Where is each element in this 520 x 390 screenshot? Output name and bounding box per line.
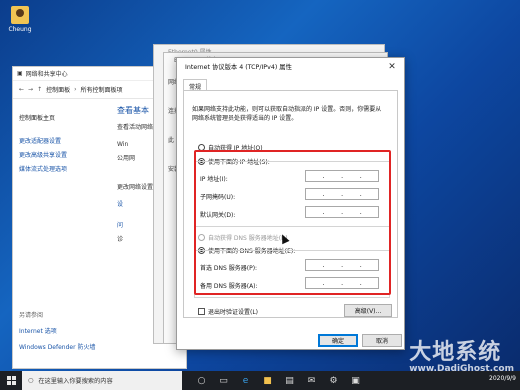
dialog-description: 如果网络支持此功能，则可以获取自动指派的 IP 设置。否则，你需要从网络系统管理… — [192, 106, 382, 122]
cortana-icon[interactable]: ○ — [196, 375, 207, 386]
link-media-streaming[interactable]: 媒体流式处理选项 — [19, 164, 109, 173]
link-internet-options[interactable]: Internet 选项 — [19, 326, 95, 335]
network-icon: ▣ — [17, 70, 23, 77]
watermark: 大地系统 www.DadiGhost.com — [409, 334, 514, 374]
cp-left-pane: 控制面板主页 更改适配器设置 更改高级共享设置 媒体流式处理选项 — [19, 113, 109, 178]
breadcrumb-separator-icon: › — [74, 86, 77, 93]
up-arrow-icon[interactable]: ↑ — [37, 86, 42, 93]
store-icon[interactable]: ▤ — [284, 375, 295, 386]
dialog-title: Internet 协议版本 4 (TCP/IPv4) 属性 — [185, 64, 292, 71]
start-button[interactable] — [0, 371, 22, 390]
taskbar: ○ 在这里输入你要搜索的内容 ○ ▭ e ■ ▤ ✉ ⚙ ▣ 2020/9/9 — [0, 371, 520, 390]
mail-icon[interactable]: ✉ — [306, 375, 317, 386]
breadcrumb-control-panel[interactable]: 控制面板 — [46, 85, 70, 94]
network-tray-icon[interactable]: ▣ — [350, 375, 361, 386]
red-highlight-box — [194, 150, 391, 295]
edge-icon[interactable]: e — [240, 375, 251, 386]
checkbox-box — [198, 308, 205, 315]
search-placeholder: 在这里输入你要搜索的内容 — [38, 378, 113, 385]
desktop-icon-label: Cheung — [8, 26, 32, 33]
user-folder-icon — [11, 6, 29, 24]
cp-see-also: 另请参阅 Internet 选项 Windows Defender 防火墙 — [19, 310, 95, 358]
desktop-user-folder[interactable]: Cheung — [6, 6, 34, 33]
advanced-button[interactable]: 高级(V)... — [344, 304, 392, 317]
see-also-caption: 另请参阅 — [19, 312, 44, 319]
ok-button[interactable]: 确定 — [318, 334, 358, 347]
settings-gear-icon[interactable]: ⚙ — [328, 375, 339, 386]
tray-clock[interactable]: 2020/9/9 — [489, 375, 516, 382]
file-explorer-icon[interactable]: ■ — [262, 375, 273, 386]
link-defender-firewall[interactable]: Windows Defender 防火墙 — [19, 342, 95, 351]
search-icon: ○ — [28, 377, 34, 384]
cancel-button[interactable]: 取消 — [362, 334, 402, 347]
link-adapter-settings[interactable]: 更改适配器设置 — [19, 136, 109, 145]
watermark-title: 大地系统 — [409, 340, 502, 365]
validate-on-exit-label: 退出时验证设置(L) — [208, 309, 259, 316]
close-icon[interactable]: ✕ — [380, 58, 404, 75]
back-arrow-icon[interactable]: ← — [19, 86, 24, 93]
forward-arrow-icon[interactable]: → — [28, 86, 33, 93]
taskbar-search-box[interactable]: ○ 在这里输入你要搜索的内容 — [22, 371, 182, 390]
validate-on-exit-checkbox[interactable]: 退出时验证设置(L) — [198, 307, 258, 316]
windows-logo-icon — [6, 376, 16, 385]
cp-window-title: 网络和共享中心 — [25, 71, 68, 78]
task-view-icon[interactable]: ▭ — [218, 375, 229, 386]
link-advanced-sharing[interactable]: 更改高级共享设置 — [19, 150, 109, 159]
breadcrumb-all-items[interactable]: 所有控制面板项 — [81, 85, 123, 94]
cp-home-link[interactable]: 控制面板主页 — [19, 113, 109, 122]
taskbar-icons: ○ ▭ e ■ ▤ ✉ ⚙ ▣ — [196, 375, 361, 386]
